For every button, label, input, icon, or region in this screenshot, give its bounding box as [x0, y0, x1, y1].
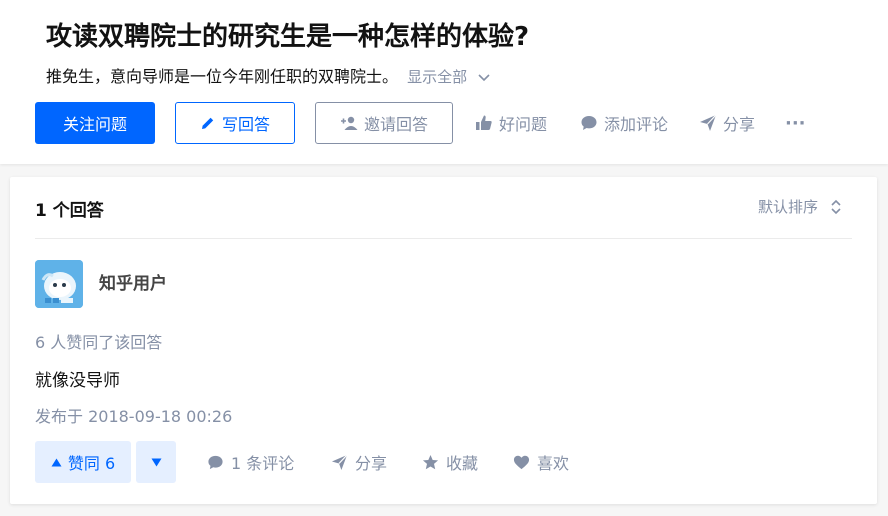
question-header: 攻读双聘院士的研究生是一种怎样的体验? 推免生，意向导师是一位今年刚任职的双聘院… [0, 0, 888, 164]
upvote-button[interactable]: 赞同 6 [35, 441, 131, 483]
collect-label: 收藏 [446, 454, 479, 473]
share-question-label: 分享 [723, 115, 756, 134]
sort-dropdown[interactable]: 默认排序 [758, 196, 842, 217]
share-question-button[interactable]: 分享 [699, 102, 755, 144]
more-options-label: ··· [785, 112, 806, 134]
answer-share-label: 分享 [355, 454, 388, 473]
downvote-button[interactable] [136, 441, 176, 483]
add-comment-button[interactable]: 添加评论 [580, 102, 668, 144]
heart-icon [513, 455, 530, 469]
answer-share-button[interactable]: 分享 [331, 441, 387, 483]
publish-time[interactable]: 发布于 2018-09-18 00:26 [35, 403, 232, 427]
comment-icon [208, 455, 223, 469]
avatar-image [35, 260, 83, 308]
upvote-summary: 6 人赞同了该回答 [35, 333, 163, 352]
pencil-icon [201, 117, 214, 129]
answer-list-header: 1 个回答 默认排序 [35, 177, 852, 239]
paper-plane-icon [331, 454, 348, 470]
answer-content: 就像没导师 [35, 371, 120, 391]
triangle-down-icon [151, 458, 161, 466]
write-answer-label: 写回答 [221, 115, 270, 134]
answer-comments-button[interactable]: 1 条评论 [207, 441, 294, 483]
follow-question-button[interactable]: 关注问题 [35, 102, 155, 144]
avatar[interactable] [35, 260, 83, 308]
write-answer-button[interactable]: 写回答 [175, 102, 295, 144]
chevron-down-icon [478, 73, 490, 81]
add-user-icon [340, 116, 358, 130]
answer-comments-label: 1 条评论 [231, 454, 295, 473]
comment-icon [581, 116, 597, 130]
good-question-button[interactable]: 好问题 [475, 102, 547, 144]
more-options-button[interactable]: ··· [785, 102, 806, 144]
question-detail: 推免生，意向导师是一位今年刚任职的双聘院士。 显示全部 [46, 64, 490, 90]
sort-label: 默认排序 [757, 198, 818, 216]
collect-button[interactable]: 收藏 [422, 441, 478, 483]
invite-answer-label: 邀请回答 [363, 115, 428, 134]
question-title: 攻读双聘院士的研究生是一种怎样的体验? [46, 22, 530, 52]
like-button[interactable]: 喜欢 [513, 441, 569, 483]
answer-list-card: 1 个回答 默认排序 知乎用户 6 人赞同了该回答 就像没导师 发布于 2018… [10, 177, 877, 504]
show-all-button[interactable]: 显示全部 [407, 68, 490, 86]
author-name[interactable]: 知乎用户 [99, 269, 167, 294]
good-question-label: 好问题 [499, 115, 548, 134]
triangle-up-icon [51, 458, 62, 466]
add-comment-label: 添加评论 [604, 115, 669, 134]
question-detail-text: 推免生，意向导师是一位今年刚任职的双聘院士。 [46, 67, 399, 86]
sort-arrows-icon [831, 199, 841, 214]
invite-answer-button[interactable]: 邀请回答 [315, 102, 453, 144]
answer-count: 1 个回答 [35, 201, 104, 221]
upvote-label: 赞同 6 [67, 454, 116, 473]
follow-question-label: 关注问题 [62, 115, 127, 134]
thumbs-up-icon [476, 115, 492, 130]
paper-plane-icon [700, 114, 717, 131]
star-icon [422, 454, 439, 469]
like-label: 喜欢 [537, 454, 570, 473]
show-all-label: 显示全部 [407, 68, 468, 86]
